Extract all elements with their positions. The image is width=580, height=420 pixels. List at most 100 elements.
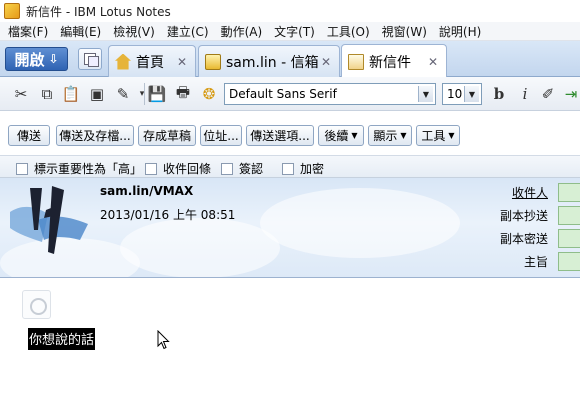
- menu-tools[interactable]: 工具(O): [321, 23, 376, 40]
- delivery-options-button[interactable]: 傳送選項...: [246, 125, 314, 146]
- title-bar: 新信件 - IBM Lotus Notes: [0, 0, 580, 22]
- tools-button[interactable]: 工具 ▼: [416, 125, 460, 146]
- mark-high-importance-checkbox[interactable]: [16, 162, 28, 175]
- close-icon[interactable]: ✕: [426, 55, 440, 69]
- send-and-file-button[interactable]: 傳送及存檔...: [56, 125, 134, 146]
- paste-icon[interactable]: 📋: [62, 85, 81, 103]
- bcc-field-label: 副本密送: [499, 232, 548, 246]
- paste-special-icon[interactable]: ▣: [88, 85, 106, 103]
- send-button[interactable]: 傳送: [8, 125, 50, 146]
- window-title: 新信件 - IBM Lotus Notes: [26, 4, 171, 19]
- indent-icon[interactable]: ⇥: [562, 85, 580, 103]
- chevron-down-icon: ▼: [351, 131, 358, 140]
- memo-header: sam.lin/VMAX 2013/01/16 上午 08:51 收件人 副本抄…: [0, 178, 580, 278]
- cut-icon[interactable]: ✂: [12, 85, 30, 103]
- address-button[interactable]: 位址...: [200, 125, 242, 146]
- return-receipt-option[interactable]: 收件回條: [145, 160, 211, 177]
- sign-label: 簽認: [239, 162, 264, 176]
- message-body[interactable]: 你想說的話: [0, 279, 580, 420]
- new-mail-icon: [348, 53, 364, 70]
- return-receipt-checkbox[interactable]: [145, 162, 157, 175]
- inbox-icon: [205, 53, 221, 70]
- toolbar-separator: [144, 83, 145, 105]
- open-button-label: 開啟: [14, 50, 45, 69]
- copy-icon[interactable]: ⧉: [38, 85, 56, 103]
- tab-home-label: 首頁: [136, 54, 164, 71]
- tools-label: 工具: [421, 129, 446, 143]
- menu-file[interactable]: 檔案(F): [2, 23, 54, 40]
- sender-name: sam.lin/VMAX: [100, 184, 194, 198]
- menu-actions[interactable]: 動作(A): [215, 23, 269, 40]
- spell-check-icon[interactable]: ❂: [200, 85, 218, 103]
- save-draft-label: 存成草稿: [143, 129, 192, 143]
- window-switch-button[interactable]: [78, 48, 102, 70]
- print-icon[interactable]: 🖶: [174, 83, 192, 103]
- tab-bar: 開啟 ⇩ 首頁 ✕ sam.lin - 信箱 ✕ 新信件 ✕: [0, 41, 580, 78]
- menu-text[interactable]: 文字(T): [268, 23, 321, 40]
- new-item-icon[interactable]: ✎: [114, 85, 132, 103]
- follow-up-label: 後續: [324, 129, 349, 143]
- subject-field-label: 主旨: [523, 255, 548, 269]
- font-family-select[interactable]: Default Sans Serif ▼: [224, 83, 436, 105]
- bcc-field[interactable]: [558, 229, 580, 248]
- formatting-toolbar: ✂ ⧉ 📋 ▣ ✎ ▾ 💾 🖶 ❂ Default Sans Serif ▼ 1…: [0, 77, 580, 111]
- mark-high-importance-label: 標示重要性為「高」: [34, 162, 143, 176]
- bold-icon[interactable]: b: [490, 85, 508, 103]
- body-selected-text[interactable]: 你想說的話: [28, 328, 96, 350]
- highlighter-icon[interactable]: ✐: [539, 85, 557, 103]
- signature-icon[interactable]: [22, 290, 51, 319]
- sign-checkbox[interactable]: [221, 162, 233, 175]
- menu-bar: 檔案(F) 編輯(E) 檢視(V) 建立(C) 動作(A) 文字(T) 工具(O…: [0, 22, 580, 41]
- tab-home[interactable]: 首頁 ✕: [108, 45, 196, 77]
- chevron-down-icon[interactable]: ▼: [464, 86, 479, 102]
- mark-high-importance-option[interactable]: 標示重要性為「高」: [16, 160, 142, 177]
- background-cloud: [120, 218, 280, 277]
- encrypt-checkbox[interactable]: [282, 162, 294, 175]
- cc-field-label: 副本抄送: [499, 209, 548, 223]
- font-family-value: Default Sans Serif: [229, 87, 337, 101]
- sender-logo: [10, 186, 88, 254]
- sign-option[interactable]: 簽認: [221, 160, 263, 177]
- options-bar: 標示重要性為「高」 收件回條 簽認 加密: [0, 155, 580, 178]
- menu-view[interactable]: 檢視(V): [107, 23, 161, 40]
- encrypt-option[interactable]: 加密: [282, 160, 324, 177]
- tab-new-mail[interactable]: 新信件 ✕: [341, 44, 447, 78]
- italic-icon[interactable]: i: [516, 85, 534, 103]
- send-and-file-label: 傳送及存檔...: [59, 129, 131, 143]
- to-field[interactable]: [558, 183, 580, 202]
- close-icon[interactable]: ✕: [319, 55, 333, 69]
- return-receipt-label: 收件回條: [163, 162, 212, 176]
- close-icon[interactable]: ✕: [175, 55, 189, 69]
- menu-create[interactable]: 建立(C): [161, 23, 215, 40]
- arrow-down-icon: ⇩: [48, 52, 59, 66]
- menu-edit[interactable]: 編輯(E): [54, 23, 107, 40]
- subject-field[interactable]: [558, 252, 580, 271]
- open-button[interactable]: 開啟 ⇩: [5, 47, 68, 71]
- home-icon: [115, 53, 131, 70]
- chevron-down-icon: ▼: [448, 131, 455, 140]
- font-size-select[interactable]: 10 ▼: [442, 83, 482, 105]
- tab-new-mail-label: 新信件: [369, 54, 411, 71]
- memo-datetime: 2013/01/16 上午 08:51: [100, 208, 236, 222]
- menu-help[interactable]: 說明(H): [433, 23, 487, 40]
- action-bar: 傳送 傳送及存檔... 存成草稿 位址... 傳送選項... 後續 ▼ 顯示 ▼ 工…: [0, 111, 580, 154]
- delivery-options-label: 傳送選項...: [250, 129, 310, 143]
- chevron-down-icon: ▼: [400, 131, 407, 140]
- tab-inbox[interactable]: sam.lin - 信箱 ✕: [198, 45, 340, 77]
- follow-up-button[interactable]: 後續 ▼: [318, 125, 364, 146]
- send-button-label: 傳送: [16, 129, 41, 143]
- lotus-notes-app-icon: [4, 3, 20, 19]
- chevron-down-icon[interactable]: ▼: [418, 86, 433, 102]
- address-label: 位址...: [203, 129, 239, 143]
- background-cloud: [260, 188, 460, 258]
- save-draft-button[interactable]: 存成草稿: [138, 125, 196, 146]
- cc-field[interactable]: [558, 206, 580, 225]
- menu-window[interactable]: 視窗(W): [376, 23, 433, 40]
- encrypt-label: 加密: [300, 162, 325, 176]
- tab-inbox-label: sam.lin - 信箱: [226, 54, 319, 71]
- font-size-value: 10: [447, 87, 463, 101]
- save-icon[interactable]: 💾: [148, 85, 167, 103]
- to-field-label[interactable]: 收件人: [512, 184, 548, 201]
- mouse-cursor-icon: [157, 330, 170, 350]
- display-button[interactable]: 顯示 ▼: [368, 125, 412, 146]
